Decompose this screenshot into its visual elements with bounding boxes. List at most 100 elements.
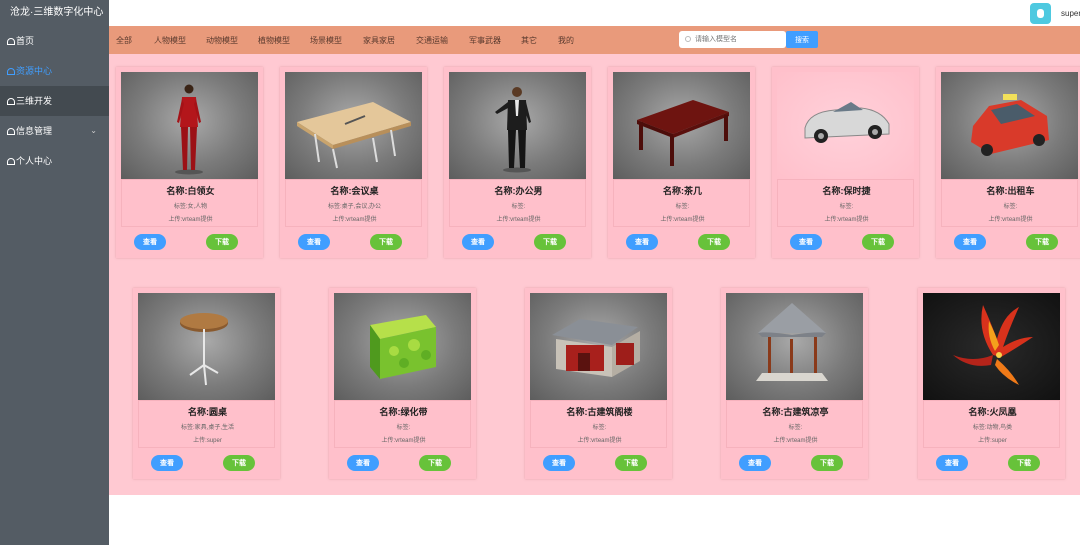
model-name: 名称:出租车 <box>986 186 1035 196</box>
sidebar-item-3d-dev[interactable]: 三维开发 <box>0 86 109 116</box>
model-uploader: 上传:vrteam提供 <box>332 217 377 223</box>
category-furniture[interactable]: 家具家居 <box>363 35 395 46</box>
chevron-down-icon: ⌄ <box>90 126 97 135</box>
model-thumbnail[interactable] <box>138 293 275 400</box>
download-button[interactable]: 下载 <box>862 234 894 250</box>
model-info: 名称:保时捷 标签: 上传:vrteam提供 <box>777 179 914 227</box>
model-thumbnail[interactable] <box>121 72 258 179</box>
model-thumbnail[interactable] <box>285 72 422 179</box>
cube-icon <box>7 98 15 105</box>
category-transport[interactable]: 交通运输 <box>416 35 448 46</box>
model-tags: 标签: <box>511 204 526 210</box>
model-thumbnail[interactable] <box>923 293 1060 400</box>
view-button[interactable]: 查看 <box>151 455 183 471</box>
sidebar-item-profile[interactable]: 个人中心 <box>0 146 109 176</box>
download-button[interactable]: 下载 <box>370 234 402 250</box>
model-name: 名称:会议桌 <box>330 186 379 196</box>
model-info: 名称:古建筑凉亭 标签: 上传:vrteam提供 <box>726 400 863 448</box>
model-card: 名称:绿化带 标签: 上传:vrteam提供 查看 下载 <box>329 288 476 479</box>
download-button[interactable]: 下载 <box>811 455 843 471</box>
gazebo-model-icon <box>756 303 828 381</box>
category-all[interactable]: 全部 <box>116 35 132 46</box>
brand-title: 沧龙·三维数字化中心 <box>0 0 109 26</box>
sidebar-item-info-management[interactable]: 信息管理 ⌄ <box>0 116 109 146</box>
download-button[interactable]: 下载 <box>1026 234 1058 250</box>
sidebar-item-label: 信息管理 <box>16 126 53 136</box>
model-thumbnail[interactable] <box>449 72 586 179</box>
category-animals[interactable]: 动物模型 <box>206 35 238 46</box>
model-uploader: 上传:vrteam提供 <box>381 438 426 444</box>
view-button[interactable]: 查看 <box>936 455 968 471</box>
view-button[interactable]: 查看 <box>790 234 822 250</box>
model-name: 名称:火凤凰 <box>968 407 1017 417</box>
round-table-model-icon <box>180 313 228 386</box>
download-button[interactable]: 下载 <box>419 455 451 471</box>
category-scenes[interactable]: 场景模型 <box>310 35 342 46</box>
model-thumbnail[interactable] <box>530 293 667 400</box>
phoenix-model-icon <box>953 305 1033 385</box>
view-button[interactable]: 查看 <box>954 234 986 250</box>
sidebar-item-resources[interactable]: 资源中心 <box>0 56 109 86</box>
model-card: 名称:茶几 标签: 上传:vrteam提供 查看 下载 <box>608 67 755 258</box>
category-people[interactable]: 人物模型 <box>154 35 186 46</box>
sidebar-item-label: 个人中心 <box>16 156 53 166</box>
model-thumbnail[interactable] <box>777 72 914 179</box>
model-thumbnail[interactable] <box>941 72 1078 179</box>
view-button[interactable]: 查看 <box>462 234 494 250</box>
model-info: 名称:火凤凰 标签:动物,鸟类 上传:super <box>923 400 1060 448</box>
view-button[interactable]: 查看 <box>298 234 330 250</box>
model-thumbnail[interactable] <box>613 72 750 179</box>
model-tags: 标签: <box>1003 204 1018 210</box>
model-tags: 标签: <box>396 425 411 431</box>
model-thumbnail[interactable] <box>726 293 863 400</box>
view-button[interactable]: 查看 <box>134 234 166 250</box>
download-button[interactable]: 下载 <box>1008 455 1040 471</box>
view-button[interactable]: 查看 <box>543 455 575 471</box>
model-name: 名称:保时捷 <box>822 186 871 196</box>
home-icon <box>7 38 15 45</box>
model-tags: 标签: <box>788 425 803 431</box>
top-bar: super <box>109 0 1080 26</box>
model-name: 名称:圆桌 <box>188 407 227 417</box>
search-button[interactable]: 搜索 <box>786 31 818 48</box>
model-card: 名称:办公男 标签: 上传:vrteam提供 查看 下载 <box>444 67 591 258</box>
download-button[interactable]: 下载 <box>206 234 238 250</box>
download-button[interactable]: 下载 <box>534 234 566 250</box>
view-button[interactable]: 查看 <box>626 234 658 250</box>
model-info: 名称:古建筑阁楼 标签: 上传:vrteam提供 <box>530 400 667 448</box>
model-tags: 标签: <box>592 425 607 431</box>
category-mine[interactable]: 我的 <box>558 35 574 46</box>
view-button[interactable]: 查看 <box>347 455 379 471</box>
woman-model-icon <box>175 84 203 175</box>
model-thumbnail[interactable] <box>334 293 471 400</box>
tea-table-model-icon <box>637 100 729 166</box>
model-info: 名称:茶几 标签: 上传:vrteam提供 <box>613 179 750 227</box>
category-other[interactable]: 其它 <box>521 35 537 46</box>
model-card: 名称:古建筑阁楼 标签: 上传:vrteam提供 查看 下载 <box>525 288 672 479</box>
download-button[interactable]: 下载 <box>698 234 730 250</box>
sidebar-item-home[interactable]: 首页 <box>0 26 109 56</box>
model-tags: 标签:动物,鸟类 <box>972 425 1013 431</box>
username[interactable]: super <box>1061 9 1080 18</box>
pavilion-building-model-icon <box>552 319 640 377</box>
folder-icon <box>7 68 15 75</box>
sidebar: 沧龙·三维数字化中心 首页 资源中心 三维开发 信息管理 ⌄ 个人中心 <box>0 0 109 545</box>
model-tags: 标签: <box>675 204 690 210</box>
car-model-icon <box>804 102 890 143</box>
category-military[interactable]: 军事武器 <box>469 35 501 46</box>
user-icon <box>7 158 15 165</box>
search-icon <box>685 36 691 42</box>
search-box <box>679 31 786 48</box>
model-name: 名称:古建筑阁楼 <box>566 407 633 417</box>
model-card: 名称:会议桌 标签:桌子,会议,办公 上传:vrteam提供 查看 下载 <box>280 67 427 258</box>
download-button[interactable]: 下载 <box>223 455 255 471</box>
view-button[interactable]: 查看 <box>739 455 771 471</box>
model-card: 名称:火凤凰 标签:动物,鸟类 上传:super 查看 下载 <box>918 288 1065 479</box>
category-plants[interactable]: 植物模型 <box>258 35 290 46</box>
search-input[interactable] <box>695 33 781 46</box>
model-name: 名称:绿化带 <box>379 407 428 417</box>
avatar[interactable] <box>1030 3 1051 24</box>
download-button[interactable]: 下载 <box>615 455 647 471</box>
model-uploader: 上传:vrteam提供 <box>988 217 1033 223</box>
category-bar: 全部 人物模型 动物模型 植物模型 场景模型 家具家居 交通运输 军事武器 其它… <box>109 26 1080 54</box>
